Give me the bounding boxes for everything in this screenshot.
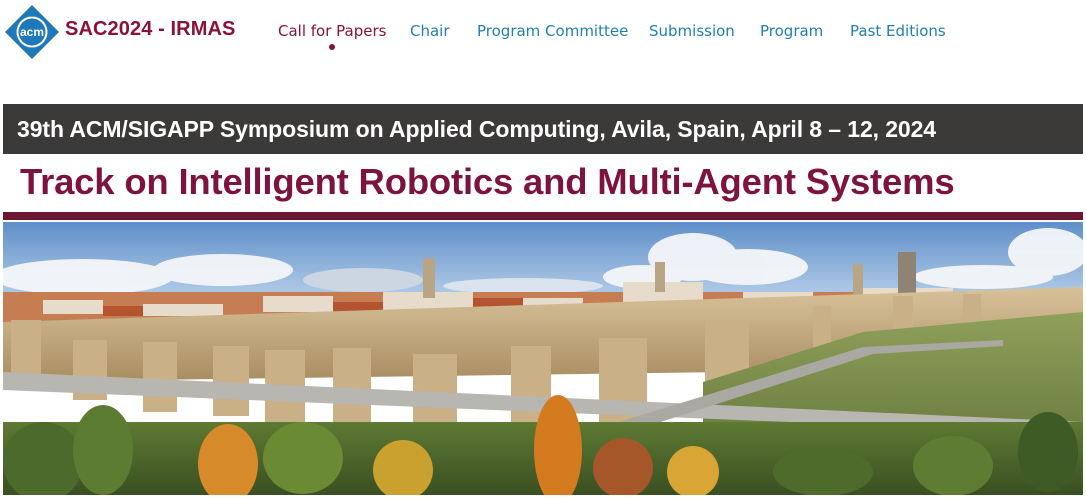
- avila-city-walls-photo: [3, 222, 1083, 495]
- nav-label: Program: [760, 22, 824, 40]
- divider: [3, 212, 1083, 220]
- nav-past-editions[interactable]: Past Editions: [850, 22, 946, 40]
- nav-call-for-papers[interactable]: Call for Papers: [278, 22, 387, 50]
- nav-label: Past Editions: [850, 22, 946, 40]
- nav-label: Program Committee: [477, 22, 629, 40]
- nav-label: Call for Papers: [278, 22, 387, 40]
- active-indicator-dot: [329, 44, 336, 50]
- track-title: Track on Intelligent Robotics and Multi-…: [20, 161, 955, 202]
- logo-text: acm: [20, 25, 44, 39]
- site-header: acm SAC2024 - IRMAS Call for Papers Chai…: [0, 0, 1086, 66]
- nav-label: Chair: [410, 22, 450, 40]
- acm-logo-icon[interactable]: acm: [4, 4, 60, 60]
- nav-chair[interactable]: Chair: [410, 22, 450, 40]
- site-title[interactable]: SAC2024 - IRMAS: [65, 18, 235, 41]
- nav-program-committee[interactable]: Program Committee: [477, 22, 628, 40]
- nav-submission[interactable]: Submission: [649, 22, 735, 40]
- nav-program[interactable]: Program: [760, 22, 823, 40]
- conference-bar: 39th ACM/SIGAPP Symposium on Applied Com…: [3, 104, 1083, 154]
- hero-banner: 39th ACM/SIGAPP Symposium on Applied Com…: [3, 104, 1083, 495]
- conference-line: 39th ACM/SIGAPP Symposium on Applied Com…: [17, 116, 936, 142]
- nav-label: Submission: [649, 22, 735, 40]
